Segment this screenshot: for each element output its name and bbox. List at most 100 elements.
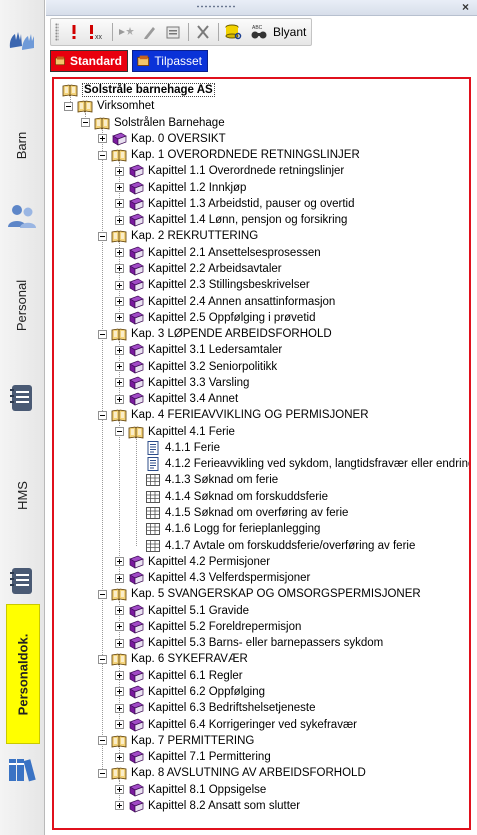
collapse-toggle[interactable] — [81, 118, 90, 128]
drag-grip[interactable] — [196, 5, 236, 8]
expand-toggle[interactable] — [115, 199, 124, 209]
tree-node[interactable]: Kapittel 1.3 Arbeidstid, pauser og overt… — [115, 196, 355, 212]
tree-node[interactable]: 4.1.4 Søknad om forskuddsferie — [132, 489, 328, 505]
expand-toggle[interactable] — [115, 606, 124, 616]
pencil-mode-button[interactable]: ABC Blyant — [245, 21, 310, 43]
tree-node[interactable]: 4.1.2 Ferieavvikling ved sykdom, langtid… — [132, 456, 469, 472]
expand-toggle[interactable] — [115, 752, 124, 762]
collapse-toggle[interactable] — [98, 736, 107, 746]
exclamation-button[interactable] — [63, 21, 85, 43]
tree-node[interactable]: Kapittel 4.1 Ferie — [115, 424, 235, 440]
tab-tilpasset[interactable]: Tilpasset — [132, 50, 208, 72]
tree-node[interactable]: Virksomhet — [64, 98, 154, 114]
tree-node[interactable]: Kapittel 5.2 Foreldrepermisjon — [115, 619, 301, 635]
expand-toggle[interactable] — [115, 671, 124, 681]
expand-toggle[interactable] — [115, 166, 124, 176]
tree-node[interactable]: Kapittel 4.3 Velferdspermisjoner — [115, 570, 310, 586]
tree-node[interactable]: Kapittel 1.1 Overordnede retningslinjer — [115, 163, 344, 179]
expand-toggle[interactable] — [115, 785, 124, 795]
collapse-toggle[interactable] — [98, 231, 107, 241]
nav-hms-button[interactable]: HMS — [0, 375, 44, 535]
tree-node[interactable]: Kapittel 5.1 Gravide — [115, 603, 249, 619]
tree-node[interactable]: 4.1.5 Søknad om overføring av ferie — [132, 505, 348, 521]
expand-toggle[interactable] — [115, 638, 124, 648]
collapse-toggle[interactable] — [98, 329, 107, 339]
expand-toggle[interactable] — [115, 280, 124, 290]
tree-node[interactable]: 4.1.1 Ferie — [132, 440, 220, 456]
tree-node[interactable]: Kapittel 1.4 Lønn, pensjon og forsikring — [115, 212, 347, 228]
tree-node[interactable]: Kapittel 3.4 Annet — [115, 391, 238, 407]
collapse-toggle[interactable] — [98, 768, 107, 778]
expand-toggle[interactable] — [115, 362, 124, 372]
tree-node[interactable]: Kap. 3 LØPENDE ARBEIDSFORHOLD — [98, 326, 332, 342]
nav-personal-button[interactable]: Personal — [0, 195, 44, 355]
expand-toggle[interactable] — [115, 215, 124, 225]
collapse-toggle[interactable] — [98, 654, 107, 664]
tree-node[interactable]: Kapittel 6.1 Regler — [115, 668, 243, 684]
tree-node[interactable]: Kapittel 1.2 Innkjøp — [115, 180, 246, 196]
properties-button[interactable] — [162, 21, 184, 43]
tree-node[interactable]: Kapittel 3.1 Ledersamtaler — [115, 342, 282, 358]
collapse-toggle[interactable] — [98, 150, 107, 160]
close-icon[interactable]: × — [462, 0, 469, 14]
expand-toggle[interactable] — [115, 573, 124, 583]
expand-toggle[interactable] — [115, 801, 124, 811]
nav-barn-button[interactable]: Barn — [0, 20, 44, 180]
tree-node[interactable]: Kap. 8 AVSLUTNING AV ARBEIDSFORHOLD — [98, 765, 366, 781]
expand-toggle[interactable] — [115, 394, 124, 404]
tree-node[interactable]: Solstråle barnehage AS — [62, 82, 215, 98]
tree-node[interactable]: Kapittel 2.1 Ansettelsesprosessen — [115, 245, 321, 261]
nav-library-button[interactable] — [0, 752, 44, 786]
expand-toggle[interactable] — [115, 297, 124, 306]
tree-node[interactable]: Kapittel 2.3 Stillingsbeskrivelser — [115, 277, 310, 293]
expand-toggle[interactable] — [115, 720, 124, 730]
tab-standard[interactable]: Standard — [50, 50, 128, 72]
expand-toggle[interactable] — [115, 345, 124, 355]
pen-button[interactable] — [139, 21, 161, 43]
expand-toggle[interactable] — [115, 622, 124, 632]
tree-node[interactable]: 4.1.6 Logg for ferieplanlegging — [132, 521, 320, 537]
tree-node[interactable]: Kapittel 8.2 Ansatt som slutter — [115, 798, 300, 814]
tree-node[interactable]: Kapittel 4.2 Permisjoner — [115, 554, 270, 570]
tree-node[interactable]: Kap. 5 SVANGERSKAP OG OMSORGSPERMISJONER — [98, 586, 421, 602]
tree-node[interactable]: 4.1.3 Søknad om ferie — [132, 472, 278, 488]
tree-node[interactable]: Kapittel 6.4 Korrigeringer ved sykefravæ… — [115, 717, 357, 733]
tree-node[interactable]: Kapittel 2.5 Oppfølging i prøvetid — [115, 310, 315, 326]
expand-toggle[interactable] — [115, 264, 124, 274]
tree-node[interactable]: Solstrålen Barnehage — [81, 115, 225, 131]
tree-node[interactable]: Kapittel 3.3 Varsling — [115, 375, 249, 391]
toolbar-grip[interactable] — [55, 23, 59, 41]
tree-node[interactable]: Kapittel 3.2 Seniorpolitikk — [115, 359, 277, 375]
arrow-star-button[interactable] — [116, 21, 138, 43]
expand-toggle[interactable] — [115, 687, 124, 697]
collapse-toggle[interactable] — [115, 427, 124, 437]
collapse-toggle[interactable] — [98, 410, 107, 420]
tree-node[interactable]: Kap. 2 REKRUTTERING — [98, 228, 258, 244]
tree-node[interactable]: Kapittel 2.4 Annen ansattinformasjon — [115, 294, 335, 310]
strike-button[interactable] — [192, 21, 214, 43]
tree-node[interactable]: Kapittel 6.3 Bedriftshelsetjeneste — [115, 700, 316, 716]
collapse-toggle[interactable] — [64, 101, 73, 111]
tree-node[interactable]: Kapittel 7.1 Permittering — [115, 749, 271, 765]
tree-node[interactable]: Kapittel 2.2 Arbeidsavtaler — [115, 261, 282, 277]
tree-node[interactable]: Kap. 1 OVERORDNEDE RETNINGSLINJER — [98, 147, 360, 163]
tree-node[interactable]: Kapittel 5.3 Barns- eller barnepassers s… — [115, 635, 383, 651]
exclamation-xx-button[interactable]: xx — [86, 21, 108, 43]
tree-node[interactable]: Kap. 6 SYKEFRAVÆR — [98, 651, 248, 667]
tree-node[interactable]: Kap. 7 PERMITTERING — [98, 733, 254, 749]
expand-toggle[interactable] — [115, 557, 124, 567]
tree-node[interactable]: Kap. 4 FERIEAVVIKLING OG PERMISJONER — [98, 407, 369, 423]
expand-toggle[interactable] — [115, 183, 124, 193]
tree-node[interactable]: Kapittel 8.1 Oppsigelse — [115, 782, 266, 798]
expand-toggle[interactable] — [115, 248, 124, 258]
nav-personaldok-active-tab[interactable]: Personaldok. — [6, 604, 40, 744]
expand-toggle[interactable] — [115, 378, 124, 388]
collapse-toggle[interactable] — [98, 589, 107, 599]
expand-toggle[interactable] — [115, 313, 124, 323]
expand-toggle[interactable] — [98, 134, 107, 144]
tree-node[interactable]: Kap. 0 OVERSIKT — [98, 131, 226, 147]
tree-node[interactable]: Kapittel 6.2 Oppfølging — [115, 684, 265, 700]
expand-toggle[interactable] — [115, 703, 124, 713]
tree-node[interactable]: 4.1.7 Avtale om forskuddsferie/overførin… — [132, 538, 415, 554]
cylinder-search-button[interactable] — [222, 21, 244, 43]
